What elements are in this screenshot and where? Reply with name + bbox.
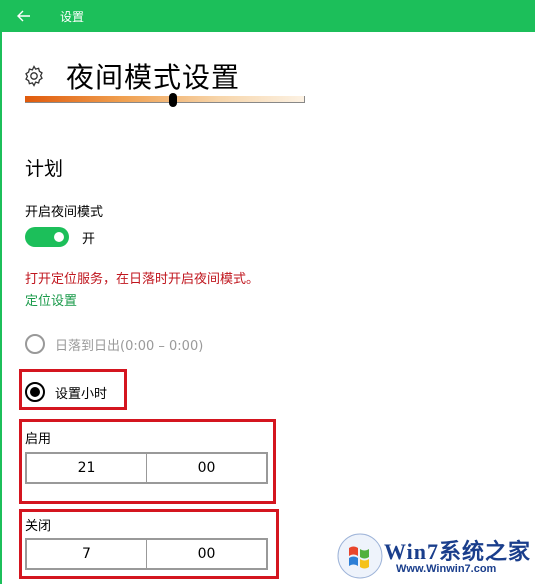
- slider-baseline: [25, 102, 305, 103]
- location-settings-link[interactable]: 定位设置: [25, 290, 77, 309]
- radio-sunset-to-sunrise[interactable]: 日落到日出(0:00 – 0:00): [25, 334, 203, 354]
- end-time-picker[interactable]: 7 00: [25, 538, 268, 570]
- watermark-brand: Win7系统之家: [384, 539, 531, 564]
- start-time-picker[interactable]: 21 00: [25, 452, 268, 484]
- page-header: 夜间模式设置: [22, 56, 240, 96]
- start-hour-cell[interactable]: 21: [27, 454, 147, 482]
- location-warning: 打开定位服务，在日落时开启夜间模式。: [25, 272, 260, 287]
- start-time-label: 启用: [25, 432, 52, 447]
- page-title: 夜间模式设置: [66, 61, 241, 94]
- windows-logo-icon: [337, 533, 383, 579]
- watermark: Win7系统之家 Www.Winwin7.com: [336, 530, 532, 582]
- radio-unchecked-icon[interactable]: [25, 334, 45, 354]
- title-bar: 设置: [0, 0, 535, 32]
- back-button[interactable]: [0, 0, 48, 32]
- arrow-left-icon: [17, 10, 30, 22]
- end-hour-cell[interactable]: 7: [27, 540, 147, 568]
- window-title: 设置: [60, 9, 85, 24]
- watermark-url: Www.Winwin7.com: [396, 563, 497, 575]
- toggle-state-text: 开: [82, 231, 96, 247]
- radio-checked-icon[interactable]: [25, 382, 45, 402]
- color-temperature-slider[interactable]: [25, 93, 305, 107]
- night-mode-toggle[interactable]: [25, 227, 69, 247]
- toggle-knob: [54, 232, 64, 242]
- radio-sunset-label: 日落到日出(0:00 – 0:00): [55, 338, 204, 354]
- end-time-label: 关闭: [25, 519, 52, 534]
- night-mode-toggle-label: 开启夜间模式: [25, 205, 104, 220]
- accent-strip: [0, 32, 2, 584]
- section-title: 计划: [25, 158, 64, 180]
- slider-thumb[interactable]: [169, 93, 177, 107]
- gear-icon: [25, 65, 43, 87]
- end-minute-cell[interactable]: 00: [147, 540, 266, 568]
- radio-set-hours-label: 设置小时: [55, 386, 108, 402]
- start-minute-cell[interactable]: 00: [147, 454, 266, 482]
- night-mode-toggle-row: 开: [25, 227, 95, 247]
- radio-set-hours[interactable]: 设置小时: [25, 382, 107, 402]
